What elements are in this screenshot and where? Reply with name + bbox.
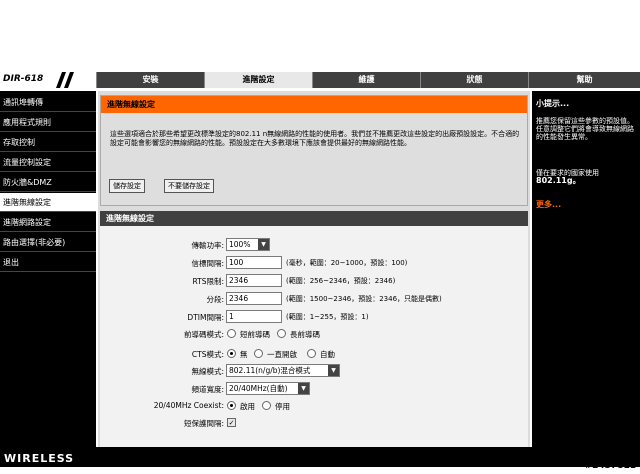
rts-label: RTS限制: — [192, 277, 224, 286]
preamble-long-label: 長前導碼 — [290, 330, 320, 339]
sidebar: 通訊埠轉傳 應用程式規則 存取控制 流量控制設定 防火牆&DMZ 進階無線設定 … — [0, 91, 96, 447]
help-text-2: 僅在要求的國家使用802.11g。 — [536, 169, 638, 185]
tab-advanced[interactable]: 進階設定 — [204, 72, 312, 88]
dont-save-button[interactable]: 不要儲存設定 — [164, 179, 214, 193]
slash-logo-icon — [56, 72, 74, 88]
coexist-enable-label: 啟用 — [240, 402, 255, 411]
sidebar-item-access-control[interactable]: 存取控制 — [0, 133, 96, 152]
preamble-short-radio[interactable] — [227, 329, 236, 338]
beacon-label: 信標間隔: — [191, 259, 224, 268]
settings-panel: 進階無線設定 傳輸功率: 100% ▼ 信標間隔: 100 (毫秒，範圍：20~… — [100, 211, 528, 447]
preamble-long-radio[interactable] — [277, 329, 286, 338]
cts-none-radio[interactable] — [227, 349, 236, 358]
model-badge: DIR-618 — [0, 72, 96, 88]
cts-always-label: 一直開啟 — [267, 350, 297, 359]
chevron-down-icon: ▼ — [328, 365, 339, 376]
dtim-label: DTIM間隔: — [187, 313, 224, 322]
tx-power-label: 傳輸功率: — [191, 241, 224, 250]
wireless-logo: WIRELESS — [4, 452, 75, 465]
sidebar-item-advanced-network[interactable]: 進階網路設定 — [0, 213, 96, 232]
dtim-input[interactable]: 1 — [226, 310, 282, 323]
sidebar-item-routing[interactable]: 路由選擇(非必要) — [0, 233, 96, 252]
more-link[interactable]: 更多... — [536, 199, 561, 210]
tab-maintenance[interactable]: 維護 — [312, 72, 420, 88]
sidebar-item-application-rules[interactable]: 應用程式規則 — [0, 113, 96, 132]
channel-width-select[interactable]: 20/40MHz(自動) ▼ — [226, 382, 310, 395]
cts-none-label: 無 — [240, 350, 248, 359]
preamble-label: 前導碼模式: — [183, 330, 224, 339]
save-settings-button[interactable]: 儲存設定 — [109, 179, 145, 193]
channel-width-label: 頻道寬度: — [191, 385, 224, 394]
beacon-input[interactable]: 100 — [226, 256, 282, 269]
tx-power-value: 100% — [229, 240, 251, 249]
beacon-hint: (毫秒，範圍：20~1000，預設：100) — [286, 259, 408, 267]
coexist-disable-radio[interactable] — [262, 401, 271, 410]
dtim-hint: (範圍：1~255，預設：1) — [286, 313, 369, 321]
main-content: 進階無線設定 這些選項適合於那些希望更改標準設定的802.11 n無線網路的性能… — [98, 91, 530, 447]
sidebar-item-firewall-dmz[interactable]: 防火牆&DMZ — [0, 173, 96, 192]
footer-bar: WIRELESS — [0, 447, 640, 467]
tab-status[interactable]: 狀態 — [420, 72, 528, 88]
rts-input[interactable]: 2346 — [226, 274, 282, 287]
tab-setup[interactable]: 安裝 — [96, 72, 204, 88]
coexist-enable-radio[interactable] — [227, 401, 236, 410]
intro-description: 這些選項適合於那些希望更改標準設定的802.11 n無線網路的性能的使用者。我們… — [110, 130, 520, 147]
tab-help[interactable]: 幫助 — [528, 72, 640, 88]
cts-auto-label: 自動 — [320, 350, 335, 359]
chevron-down-icon: ▼ — [298, 383, 309, 394]
help-panel: 小提示... 推薦您保留這些參數的預設值。 任意調整它們將會導致無線網路的性能發… — [532, 91, 640, 447]
fragmentation-hint: (範圍：1500~2346，預設：2346，只能是偶數) — [286, 295, 442, 303]
rts-hint: (範圍：256~2346，預設：2346) — [286, 277, 396, 285]
intro-title: 進階無線設定 — [101, 96, 527, 113]
wireless-mode-value: 802.11(n/g/b)混合模式 — [229, 366, 311, 375]
coexist-label: 20/40MHz Coexist: — [153, 401, 224, 410]
preamble-short-label: 短前導碼 — [240, 330, 270, 339]
sidebar-item-logout[interactable]: 退出 — [0, 253, 96, 272]
fragmentation-input[interactable]: 2346 — [226, 292, 282, 305]
help-text-2-bold: 802.11g。 — [536, 176, 581, 185]
short-gi-checkbox[interactable]: ✓ — [227, 418, 236, 427]
help-title: 小提示... — [536, 99, 570, 108]
sidebar-item-advanced-wireless[interactable]: 進階無線設定 — [0, 193, 96, 212]
wireless-mode-select[interactable]: 802.11(n/g/b)混合模式 ▼ — [226, 364, 340, 377]
sidebar-item-traffic-control[interactable]: 流量控制設定 — [0, 153, 96, 172]
model-label: DIR-618 — [3, 74, 44, 84]
tx-power-select[interactable]: 100% ▼ — [226, 238, 270, 251]
cts-label: CTS模式: — [191, 350, 224, 359]
short-gi-label: 短保護間隔: — [183, 419, 224, 428]
coexist-disable-label: 停用 — [275, 402, 290, 411]
wireless-mode-label: 無線模式: — [191, 367, 224, 376]
help-text: 推薦您保留這些參數的預設值。 任意調整它們將會導致無線網路的性能發生異常。 — [536, 117, 634, 141]
channel-width-value: 20/40MHz(自動) — [229, 384, 288, 393]
sidebar-item-port-forwarding[interactable]: 通訊埠轉傳 — [0, 93, 96, 112]
chevron-down-icon: ▼ — [258, 239, 269, 250]
watermark: #2437811 — [584, 461, 636, 471]
cts-always-radio[interactable] — [254, 349, 263, 358]
top-nav-bar: DIR-618 安裝 進階設定 維護 狀態 幫助 — [0, 72, 640, 88]
cts-auto-radio[interactable] — [307, 349, 316, 358]
intro-panel: 進階無線設定 這些選項適合於那些希望更改標準設定的802.11 n無線網路的性能… — [100, 95, 528, 206]
fragmentation-label: 分段: — [206, 295, 224, 304]
settings-title: 進階無線設定 — [100, 211, 528, 226]
